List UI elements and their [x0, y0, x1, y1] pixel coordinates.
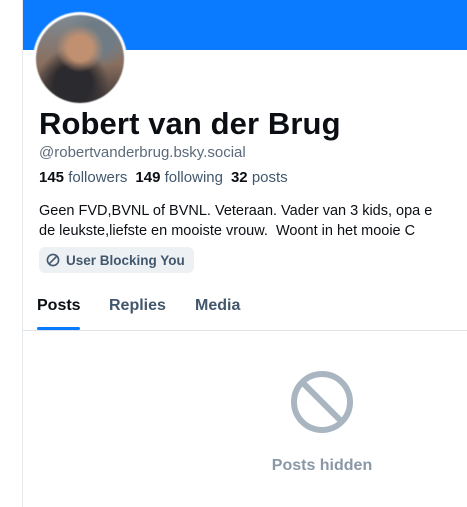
bio-line: Geen FVD,BVNL of BVNL. Veteraan. Vader v…: [39, 203, 433, 219]
posts-stat: 32 posts: [231, 169, 288, 186]
tab-media[interactable]: Media: [195, 297, 240, 315]
active-tab-indicator: [37, 327, 80, 330]
no-entry-icon: [289, 369, 355, 435]
blocking-badge: User Blocking You: [39, 247, 194, 273]
display-name: Robert van der Brug: [39, 106, 341, 141]
profile-stats: 145 followers 149 following 32 posts: [39, 169, 288, 186]
following-count: 149: [135, 169, 161, 186]
followers-count: 145: [39, 169, 65, 186]
posts-hidden-message: Posts hidden: [271, 457, 373, 474]
tab-posts[interactable]: Posts: [37, 297, 81, 315]
left-border: [22, 0, 23, 507]
profile-tabs: Posts Replies Media: [23, 290, 467, 331]
bio-line: de leukste,liefste en mooiste vrouw. Woo…: [39, 223, 416, 239]
tab-replies[interactable]: Replies: [109, 297, 166, 315]
posts-count: 32: [230, 169, 248, 186]
block-icon: [46, 253, 60, 267]
following-label: following: [164, 169, 223, 186]
following-link[interactable]: 149 following: [135, 169, 223, 186]
profile-bio: Geen FVD,BVNL of BVNL. Veteraan. Vader v…: [39, 201, 467, 241]
badge-label: User Blocking You: [66, 252, 185, 268]
profile-page: Robert van der Brug @robertvanderbrug.bs…: [0, 0, 467, 507]
followers-link[interactable]: 145 followers: [39, 169, 127, 186]
followers-label: followers: [68, 169, 128, 186]
profile-handle: @robertvanderbrug.bsky.social: [39, 144, 246, 161]
posts-label: posts: [251, 169, 288, 186]
avatar[interactable]: [33, 12, 127, 106]
